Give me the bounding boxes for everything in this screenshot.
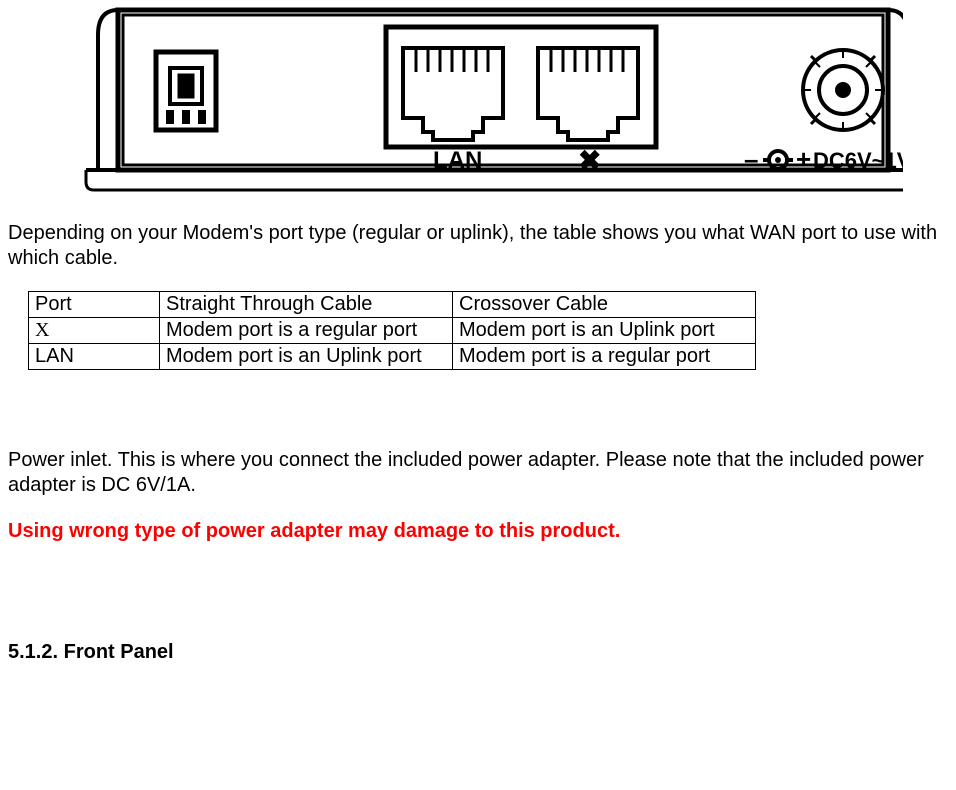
power-paragraph: Power inlet. This is where you connect t…: [8, 448, 948, 498]
table-header-cross: Crossover Cable: [453, 292, 756, 318]
diagram-label-x: ✖: [578, 145, 601, 176]
intro-paragraph: Depending on your Modem's port type (reg…: [8, 221, 948, 271]
table-row: Port Straight Through Cable Crossover Ca…: [29, 292, 756, 318]
cell-port: LAN: [29, 344, 160, 370]
table-header-port: Port: [29, 292, 160, 318]
cell-cross: Modem port is a regular port: [453, 344, 756, 370]
diagram-label-lan: LAN: [433, 147, 482, 174]
warning-text: Using wrong type of power adapter may da…: [8, 520, 948, 543]
cell-cross: Modem port is an Uplink port: [453, 318, 756, 344]
port-cable-table: Port Straight Through Cable Crossover Ca…: [28, 291, 756, 370]
diagram-label-minus: –: [744, 144, 758, 174]
diagram-label-dc: DC6V~1V: [813, 148, 903, 173]
diagram-label-plus: +: [796, 144, 811, 174]
table-row: X Modem port is a regular port Modem por…: [29, 318, 756, 344]
cell-straight: Modem port is a regular port: [160, 318, 453, 344]
section-heading: 5.1.2. Front Panel: [8, 641, 948, 664]
table-header-straight: Straight Through Cable: [160, 292, 453, 318]
cell-port: X: [29, 318, 160, 344]
cell-straight: Modem port is an Uplink port: [160, 344, 453, 370]
rear-panel-diagram: LAN ✖ – + DC6V~1V: [78, 0, 948, 201]
table-row: LAN Modem port is an Uplink port Modem p…: [29, 344, 756, 370]
